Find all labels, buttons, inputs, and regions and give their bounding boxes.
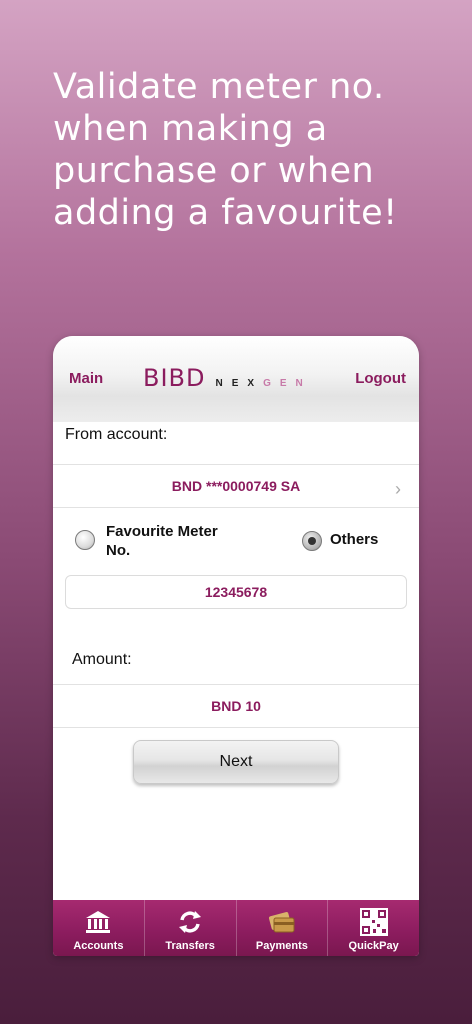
radio-favourite-label: Favourite Meter No. (106, 523, 218, 559)
amount-label: Amount: (72, 651, 132, 668)
tab-quickpay[interactable]: QuickPay (328, 900, 419, 956)
app-screen: Main BIBD NEXGEN Logout From account: BN… (53, 336, 419, 956)
account-value: BND ***0000749 SA (171, 478, 301, 494)
from-account-selector[interactable]: BND ***0000749 SA › (53, 464, 419, 508)
from-account-label: From account: (65, 426, 168, 443)
tab-transfers[interactable]: Transfers (145, 900, 237, 956)
tab-transfers-label: Transfers (165, 940, 215, 952)
meter-number-input[interactable]: 12345678 (65, 575, 407, 609)
transfer-arrows-icon (175, 907, 205, 937)
brand-name: BIBD (143, 364, 206, 392)
headline-line-4: adding a favourite! (53, 193, 398, 233)
headline: Validate meter no. when making a purchas… (53, 66, 453, 234)
logout-button[interactable]: Logout (355, 370, 406, 387)
tab-accounts-label: Accounts (73, 940, 124, 952)
headline-line-3: purchase or when (53, 151, 375, 191)
tab-payments-label: Payments (255, 940, 308, 952)
brand-logo: BIBD NEXGEN (143, 364, 312, 392)
radio-favourite-meter[interactable] (75, 530, 95, 550)
tab-payments[interactable]: Payments (237, 900, 329, 956)
headline-line-2: when making a (53, 109, 328, 149)
tab-accounts[interactable]: Accounts (53, 900, 145, 956)
chevron-right-icon: › (395, 479, 401, 499)
cards-icon (267, 907, 297, 937)
amount-input[interactable]: BND 10 (53, 684, 419, 728)
radio-others[interactable] (302, 531, 322, 551)
qr-code-icon (359, 907, 389, 937)
main-button[interactable]: Main (69, 370, 103, 387)
radio-others-label: Others (330, 531, 379, 548)
next-button[interactable]: Next (133, 740, 339, 784)
brand-tagline: NEXGEN (215, 378, 312, 389)
headline-line-1: Validate meter no. (53, 67, 385, 107)
tab-bar: Accounts Transfers Payments QuickPay (53, 900, 419, 956)
tab-quickpay-label: QuickPay (348, 940, 399, 952)
top-bar: Main BIBD NEXGEN Logout (53, 336, 419, 422)
bank-icon (83, 907, 113, 937)
